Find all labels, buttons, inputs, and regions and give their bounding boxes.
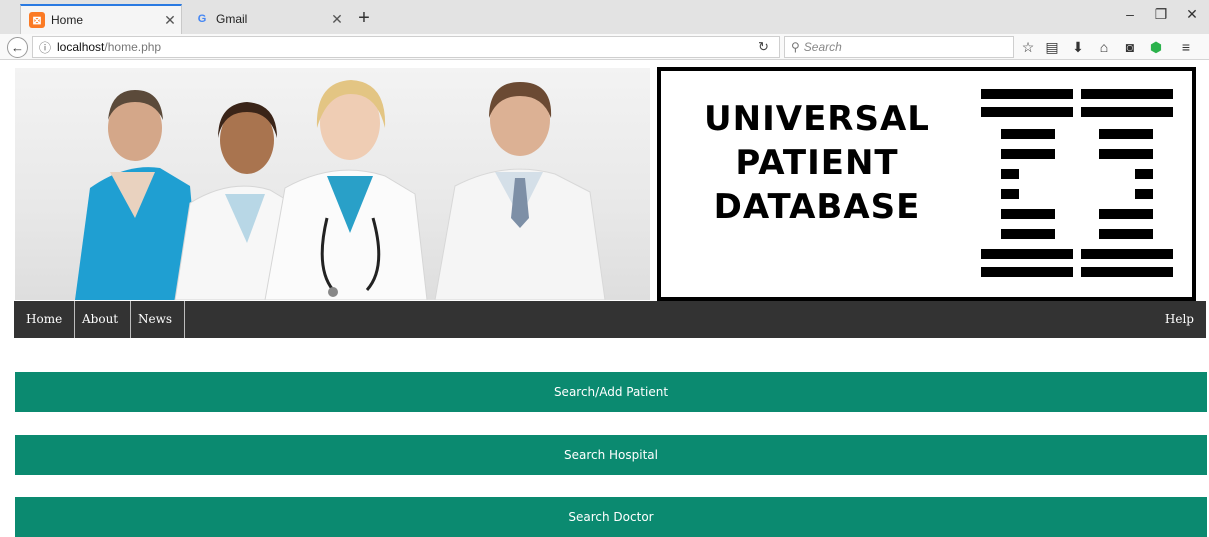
bookmark-star-icon[interactable]: ☆ (1018, 38, 1038, 56)
tab-gmail[interactable]: G Gmail ✕ (186, 4, 348, 34)
search-input[interactable]: ⚲ Search (784, 36, 1014, 58)
striped-logo-mark (981, 89, 1173, 277)
info-icon[interactable]: ⓘ (39, 39, 51, 56)
browser-toolbar: ← ⓘ localhost/home.php ↻ ⚲ Search ☆ ▤ ⬇ … (0, 34, 1209, 60)
site-navigation-bar: Home About News Help (14, 301, 1206, 338)
window-close-icon[interactable]: ✕ (1177, 6, 1207, 23)
menu-hamburger-icon[interactable]: ≡ (1176, 38, 1196, 56)
download-icon[interactable]: ⬇ (1068, 38, 1088, 56)
nav-home-link[interactable]: Home (14, 301, 76, 338)
pocket-icon[interactable]: ◙ (1120, 38, 1140, 56)
nav-help-link[interactable]: Help (1153, 301, 1206, 338)
close-tab-icon[interactable]: ✕ (326, 11, 348, 28)
home-icon[interactable]: ⌂ (1094, 38, 1114, 56)
xampp-icon: ⊠ (29, 12, 45, 28)
logo-title: UNIVERSAL PATIENT DATABASE (687, 97, 947, 229)
doctors-banner-image (15, 68, 650, 300)
back-arrow-icon[interactable]: ← (7, 37, 28, 58)
extension-icon[interactable]: ⬢ (1146, 38, 1166, 56)
new-tab-button[interactable]: + (352, 6, 376, 30)
gmail-icon: G (197, 13, 207, 25)
browser-tab-strip: ⊠ Home ✕ G Gmail ✕ + – ❐ ✕ (0, 0, 1209, 34)
logo-line: UNIVERSAL (704, 99, 930, 139)
nav-news-link[interactable]: News (126, 301, 186, 338)
tab-label: Home (51, 13, 84, 27)
search-hospital-button[interactable]: Search Hospital (15, 435, 1207, 475)
url-path: /home.php (104, 40, 162, 54)
logo-line: PATIENT (735, 143, 899, 183)
search-add-patient-button[interactable]: Search/Add Patient (15, 372, 1207, 412)
nav-about-link[interactable]: About (70, 301, 132, 338)
restore-icon[interactable]: ❐ (1146, 6, 1176, 23)
url-bar[interactable]: ⓘ localhost/home.php (32, 36, 780, 58)
minimize-icon[interactable]: – (1115, 6, 1145, 22)
reading-list-icon[interactable]: ▤ (1042, 38, 1062, 56)
tab-home[interactable]: ⊠ Home ✕ (20, 4, 182, 34)
doctor-figure (264, 80, 428, 300)
search-doctor-button[interactable]: Search Doctor (15, 497, 1207, 537)
tab-label: Gmail (216, 12, 248, 26)
logo-line: DATABASE (713, 187, 921, 227)
doctor-figure (434, 82, 606, 300)
search-placeholder: Search (803, 40, 842, 54)
doctors-illustration (75, 80, 606, 300)
reload-icon[interactable]: ↻ (758, 39, 769, 55)
upd-logo-panel: UNIVERSAL PATIENT DATABASE (657, 67, 1196, 301)
search-icon: ⚲ (791, 40, 800, 54)
close-tab-icon[interactable]: ✕ (159, 12, 181, 29)
url-host: localhost (57, 40, 105, 54)
